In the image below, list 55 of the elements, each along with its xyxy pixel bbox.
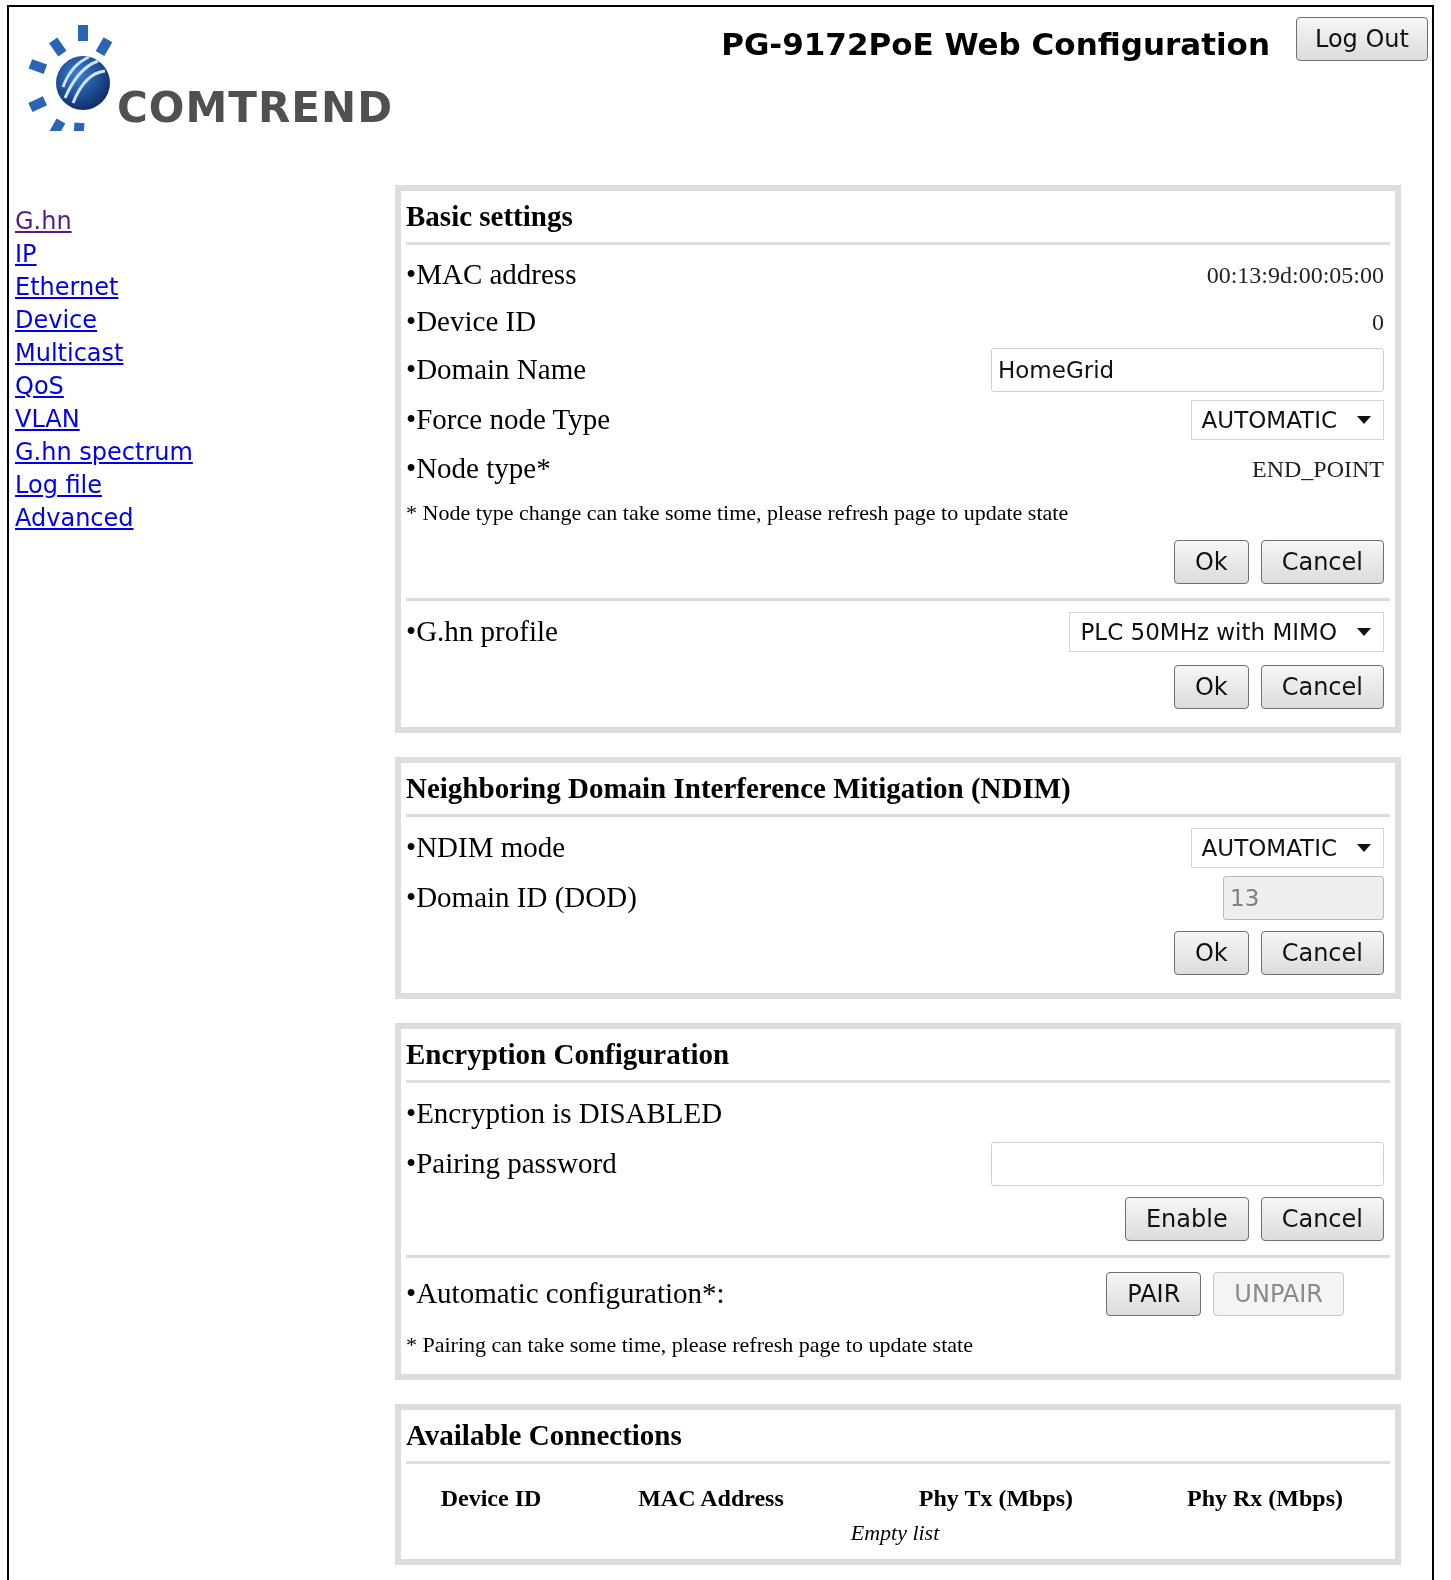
panel-title: Available Connections bbox=[406, 1417, 682, 1453]
form-button[interactable]: Ok bbox=[1173, 665, 1249, 709]
field-label: •Domain Name bbox=[406, 352, 587, 388]
note-text: * Pairing can take some time, please refresh page to update state bbox=[406, 1330, 973, 1359]
form-button[interactable]: PAIR bbox=[1106, 1272, 1202, 1316]
field-label: •MAC address bbox=[406, 256, 577, 292]
column-header: Device ID bbox=[439, 1484, 543, 1513]
nav-link[interactable]: G.hn spectrum bbox=[15, 436, 193, 469]
column-header: Phy Rx (Mbps) bbox=[1186, 1484, 1344, 1513]
field-label: •NDIM mode bbox=[406, 830, 566, 866]
field-label: •Automatic configuration*: bbox=[406, 1276, 725, 1312]
page-title: PG-9172PoE Web Configuration bbox=[721, 25, 1270, 64]
field-label: •Domain ID (DOD) bbox=[406, 880, 637, 916]
logo-text: COMTREND bbox=[117, 87, 394, 129]
form-button[interactable]: Cancel bbox=[1260, 540, 1384, 584]
caret-icon bbox=[1357, 844, 1371, 852]
nav-link[interactable]: Device bbox=[15, 304, 98, 337]
nav-link[interactable]: Multicast bbox=[15, 337, 124, 370]
note-text: * Node type change can take some time, please refresh page to update state bbox=[406, 498, 1069, 527]
empty-message: Empty list bbox=[850, 1520, 940, 1545]
dropdown[interactable]: PLC 50MHz with MIMO bbox=[1069, 612, 1384, 652]
text-field[interactable] bbox=[991, 1142, 1384, 1186]
nav-link[interactable]: Advanced bbox=[15, 502, 134, 535]
form-button[interactable]: Cancel bbox=[1260, 931, 1384, 975]
field-label: •G.hn profile bbox=[406, 614, 558, 650]
form-button[interactable]: Cancel bbox=[1260, 665, 1384, 709]
field-label: •Node type* bbox=[406, 450, 551, 486]
text-field[interactable]: HomeGrid bbox=[991, 348, 1384, 392]
nav-link[interactable]: IP bbox=[15, 238, 37, 271]
form-button[interactable]: Ok bbox=[1173, 540, 1249, 584]
form-button[interactable]: Cancel bbox=[1260, 1197, 1384, 1241]
field-label: •Force node Type bbox=[406, 402, 611, 438]
panel-title: Neighboring Domain Interference Mitigation (NDIM) bbox=[406, 770, 1071, 806]
form-button[interactable]: Enable bbox=[1124, 1197, 1249, 1241]
field-value: 0 bbox=[1372, 307, 1384, 337]
dropdown[interactable]: AUTOMATIC bbox=[1190, 400, 1384, 440]
panel-title: Basic settings bbox=[406, 198, 573, 234]
field-value: END_POINT bbox=[1252, 454, 1384, 484]
caret-icon bbox=[1357, 628, 1371, 636]
form-button[interactable]: Ok bbox=[1173, 931, 1249, 975]
logout-button[interactable]: Log Out bbox=[1296, 17, 1428, 61]
nav-link[interactable]: Log file bbox=[15, 469, 103, 502]
caret-icon bbox=[1357, 416, 1371, 424]
field-label: •Device ID bbox=[406, 303, 537, 339]
nav-link[interactable]: VLAN bbox=[15, 403, 80, 436]
field-label: •Encryption is DISABLED bbox=[406, 1096, 723, 1132]
nav-link[interactable]: Ethernet bbox=[15, 271, 119, 304]
nav-link[interactable]: QoS bbox=[15, 370, 64, 403]
field-value: 00:13:9d:00:05:00 bbox=[1206, 260, 1384, 290]
column-header: MAC Address bbox=[637, 1484, 785, 1513]
field-label: •Pairing password bbox=[406, 1146, 617, 1182]
nav-link[interactable]: G.hn bbox=[15, 205, 72, 238]
panel-title: Encryption Configuration bbox=[406, 1036, 730, 1072]
column-header: Phy Tx (Mbps) bbox=[917, 1484, 1075, 1513]
dropdown[interactable]: AUTOMATIC bbox=[1190, 828, 1384, 868]
